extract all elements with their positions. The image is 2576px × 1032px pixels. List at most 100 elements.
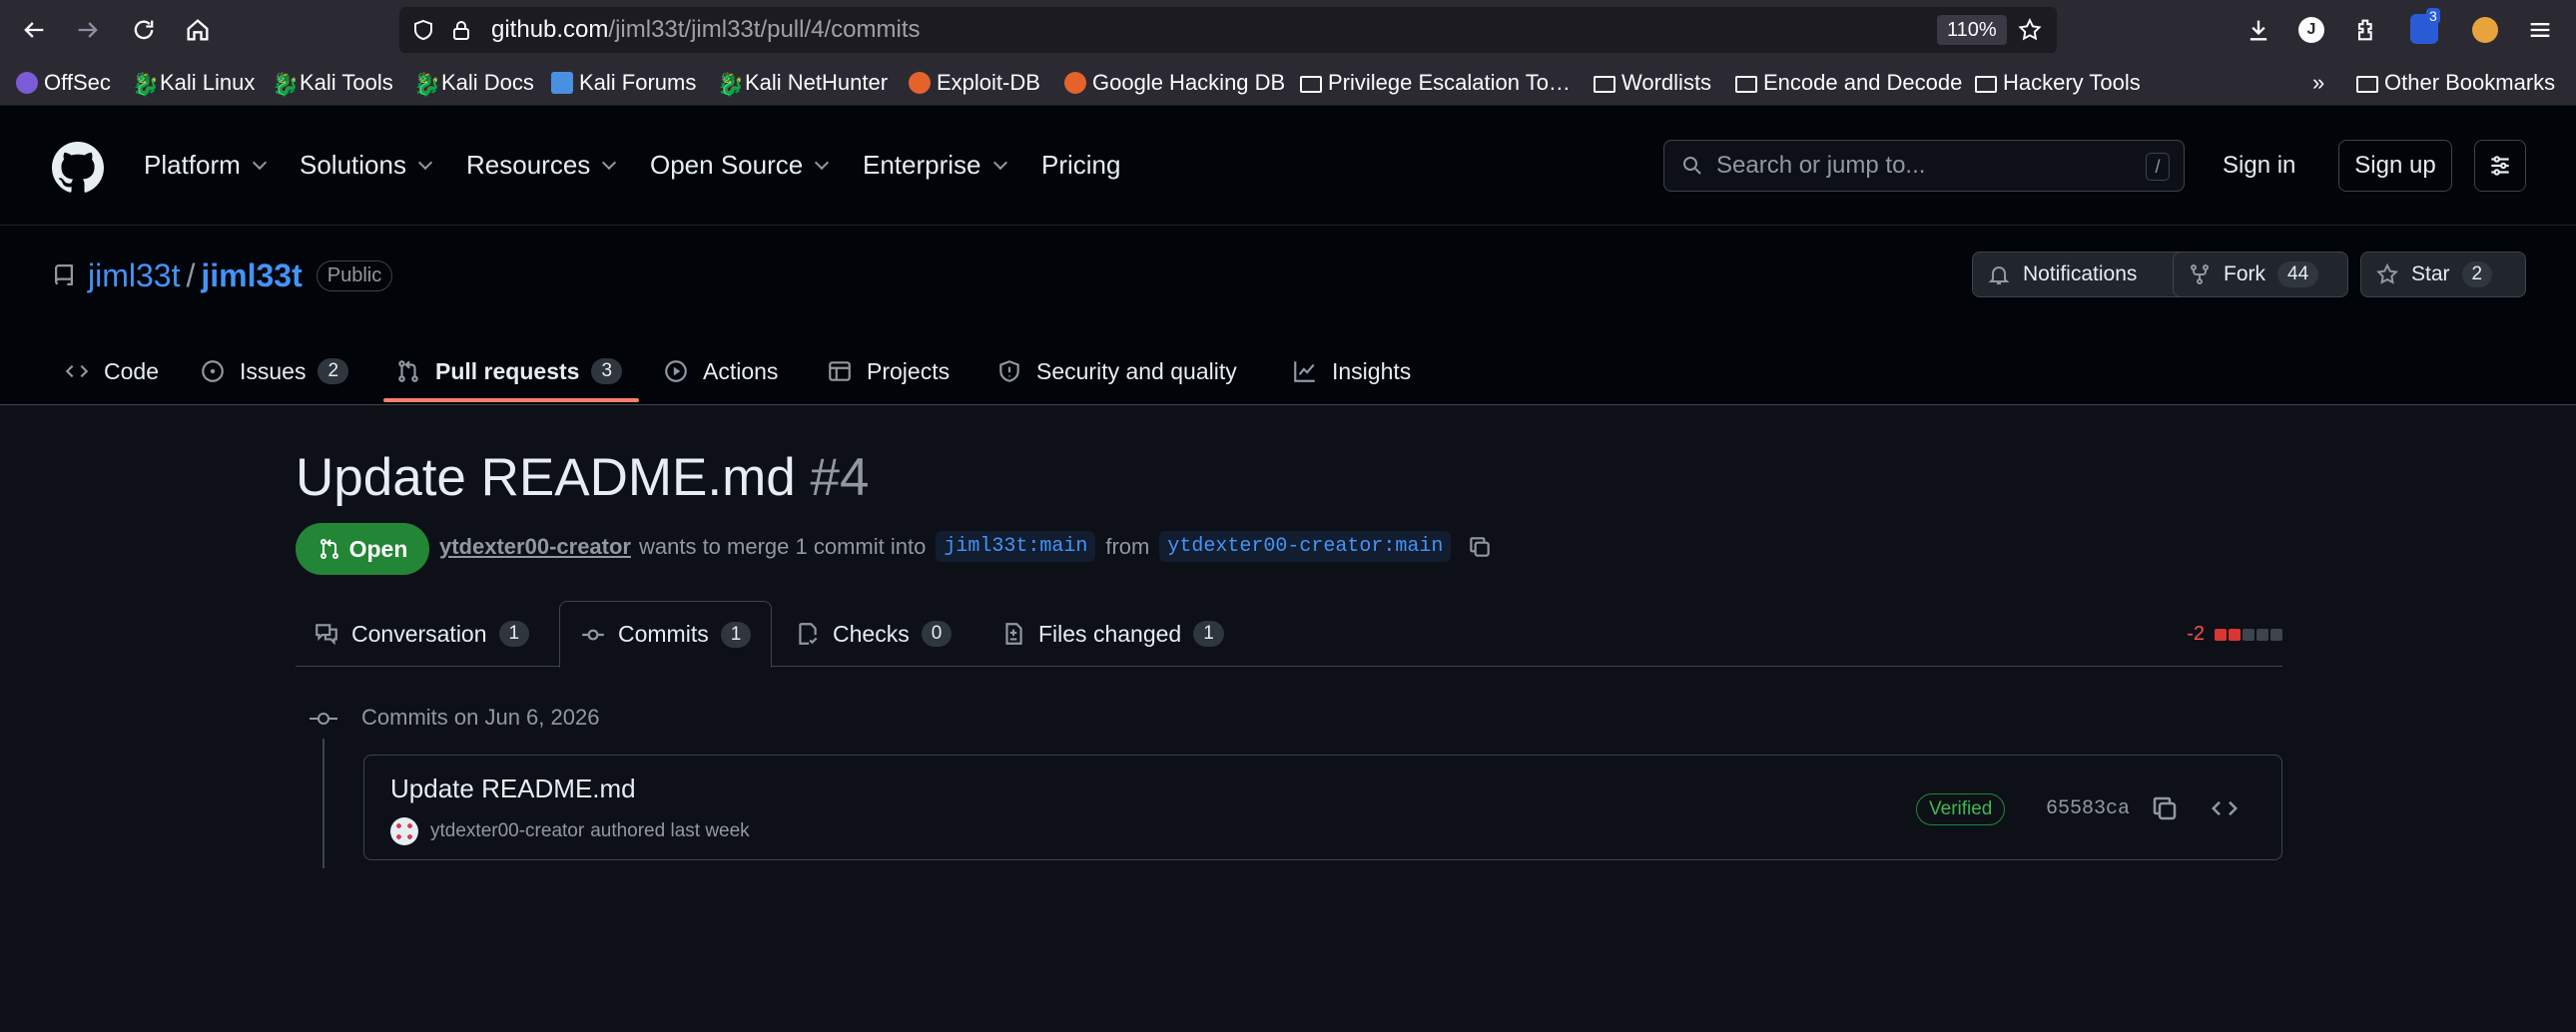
bookmark-label: OffSec xyxy=(44,70,111,95)
bookmark-privilege-escalation[interactable]: Privilege Escalation To… xyxy=(1300,68,1571,98)
star-count: 2 xyxy=(2461,261,2493,287)
bookmark-kali-docs[interactable]: 🐉 Kali Docs xyxy=(413,68,534,98)
tab-projects[interactable]: Projects xyxy=(827,345,950,397)
extensions-icon[interactable] xyxy=(2352,16,2380,44)
nav-resources[interactable]: Resources xyxy=(466,150,617,181)
account-avatar-icon[interactable]: J xyxy=(2298,17,2324,43)
tab-counter: 1 xyxy=(498,621,530,647)
cookie-extension-icon[interactable] xyxy=(2472,17,2498,43)
repo-owner-link[interactable]: jiml33t xyxy=(88,258,180,294)
home-button[interactable] xyxy=(180,12,216,48)
tab-checks[interactable]: Checks 0 xyxy=(795,601,953,667)
tab-label: Security and quality xyxy=(1036,357,1237,384)
tab-issues[interactable]: Issues 2 xyxy=(200,345,349,397)
fork-count: 44 xyxy=(2277,261,2319,287)
commit-message-link[interactable]: Update README.md xyxy=(390,774,636,804)
commit-sha-link[interactable]: 65583ca xyxy=(2046,797,2130,820)
downloads-icon[interactable] xyxy=(2245,16,2272,44)
bookmark-kali-nethunter[interactable]: 🐉 Kali NetHunter xyxy=(717,68,888,98)
notifications-button[interactable]: Notifications xyxy=(1972,252,2196,297)
shield-icon xyxy=(999,360,1019,382)
bookmark-wordlists[interactable]: Wordlists xyxy=(1594,68,1711,98)
tab-files-changed[interactable]: Files changed 1 xyxy=(1000,601,1224,667)
nav-enterprise[interactable]: Enterprise xyxy=(863,150,1007,181)
copy-icon[interactable] xyxy=(2150,793,2180,823)
bookmark-encode-decode[interactable]: Encode and Decode xyxy=(1735,68,1962,98)
bookmark-kali-forums[interactable]: Kali Forums xyxy=(551,68,696,98)
repo-name-link[interactable]: jiml33t xyxy=(201,258,302,294)
commit-author-link[interactable]: ytdexter00-creator xyxy=(430,820,584,842)
bookmark-hackery-tools[interactable]: Hackery Tools xyxy=(1975,68,2141,98)
tab-security[interactable]: Security and quality xyxy=(996,345,1237,397)
diffstat-square-neutral xyxy=(2270,628,2282,641)
nav-open-source[interactable]: Open Source xyxy=(650,150,830,181)
nav-platform[interactable]: Platform xyxy=(144,150,267,181)
forward-button[interactable] xyxy=(70,12,106,48)
notifications-label: Notifications xyxy=(2023,262,2138,285)
tab-conversation[interactable]: Conversation 1 xyxy=(314,601,530,667)
more-bookmarks-button[interactable]: » xyxy=(2312,68,2324,98)
git-commit-icon xyxy=(310,713,337,725)
fork-button[interactable]: Fork 44 xyxy=(2173,252,2348,297)
sign-up-button[interactable]: Sign up xyxy=(2338,140,2452,192)
tab-code[interactable]: Code xyxy=(64,345,159,397)
bell-icon xyxy=(1988,266,2010,284)
tab-commits[interactable]: Commits 1 xyxy=(559,601,773,668)
browse-code-icon[interactable] xyxy=(2210,793,2240,823)
star-label: Star xyxy=(2411,262,2450,285)
active-tab-indicator xyxy=(383,398,639,402)
nav-solutions[interactable]: Solutions xyxy=(300,150,433,181)
shield-icon[interactable] xyxy=(411,18,435,42)
url-text[interactable]: github.com/jiml33t/jiml33t/pull/4/commit… xyxy=(491,16,921,44)
visibility-badge: Public xyxy=(316,260,393,291)
avatar[interactable] xyxy=(390,817,418,845)
github-logo-icon[interactable] xyxy=(52,142,104,194)
bookmark-kali-linux[interactable]: 🐉 Kali Linux xyxy=(132,68,255,98)
nav-pricing[interactable]: Pricing xyxy=(1041,150,1120,181)
bookmark-google-hacking-db[interactable]: Google Hacking DB xyxy=(1064,68,1285,98)
folder-icon xyxy=(1300,76,1322,93)
exploit-db-icon xyxy=(909,72,931,94)
search-shortcut-key: / xyxy=(2146,153,2170,181)
bookmark-label: Google Hacking DB xyxy=(1092,70,1286,95)
settings-toggle-button[interactable] xyxy=(2474,140,2526,192)
nav-label: Open Source xyxy=(650,150,804,180)
folder-icon xyxy=(2356,76,2378,93)
head-branch[interactable]: ytdexter00-creator:main xyxy=(1159,531,1452,562)
menu-icon[interactable] xyxy=(2526,16,2554,44)
tab-pull-requests[interactable]: Pull requests 3 xyxy=(395,345,623,397)
bookmark-label: Kali Docs xyxy=(441,70,534,95)
star-button[interactable]: Star 2 xyxy=(2360,252,2526,297)
tab-label: Pull requests xyxy=(435,357,580,384)
copy-icon[interactable] xyxy=(1467,534,1493,560)
bookmark-label: Kali NetHunter xyxy=(745,70,889,95)
bookmark-label: Hackery Tools xyxy=(2003,70,2141,95)
tab-insights[interactable]: Insights xyxy=(1292,345,1411,397)
diffstat-square-neutral xyxy=(2256,628,2268,641)
base-branch[interactable]: jiml33t:main xyxy=(936,531,1096,562)
tab-counter: 0 xyxy=(921,621,953,647)
chevron-down-icon xyxy=(417,155,433,170)
bookmark-exploit-db[interactable]: Exploit-DB xyxy=(909,68,1040,98)
url-host: github.com xyxy=(491,16,609,43)
star-bookmark-icon[interactable] xyxy=(2017,17,2043,43)
back-button[interactable] xyxy=(16,12,52,48)
sign-in-link[interactable]: Sign in xyxy=(2223,152,2295,180)
verified-badge[interactable]: Verified xyxy=(1916,793,2006,825)
search-input[interactable]: Search or jump to... / xyxy=(1663,140,2185,192)
pr-author-link[interactable]: ytdexter00-creator xyxy=(439,534,631,560)
reload-button[interactable] xyxy=(126,12,162,48)
bookmark-offsec[interactable]: OffSec xyxy=(16,68,111,98)
bookmark-other[interactable]: Other Bookmarks xyxy=(2356,68,2555,98)
bookmark-kali-tools[interactable]: 🐉 Kali Tools xyxy=(272,68,393,98)
bookmark-label: Kali Tools xyxy=(300,70,393,95)
code-icon xyxy=(65,364,89,378)
commit-author-line: ytdexter00-creator authored last week xyxy=(390,817,750,845)
lock-icon[interactable] xyxy=(449,18,473,42)
exploit-db-icon xyxy=(1064,72,1086,94)
kali-dragon-icon: 🐉 xyxy=(272,72,300,97)
zoom-level[interactable]: 110% xyxy=(1937,15,2007,45)
tab-actions[interactable]: Actions xyxy=(663,345,778,397)
url-bar[interactable]: github.com/jiml33t/jiml33t/pull/4/commit… xyxy=(399,7,2057,53)
pr-tabs: Conversation 1 Commits 1 Checks 0 Files … xyxy=(296,601,2282,668)
